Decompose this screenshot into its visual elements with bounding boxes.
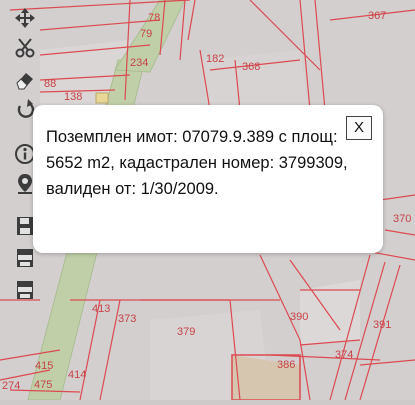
eraser-icon[interactable] bbox=[11, 66, 39, 94]
export-json-icon[interactable] bbox=[11, 276, 39, 304]
parcel-number: 391 bbox=[373, 319, 391, 331]
parcel-info-popup: Поземплен имот: 07079.9.389 с площ: 5652… bbox=[33, 105, 383, 253]
parcel-number: 370 bbox=[393, 213, 411, 225]
parcel-info-text: Поземплен имот: 07079.9.389 с площ: 5652… bbox=[46, 128, 348, 198]
parcel-number: 475 bbox=[34, 379, 52, 391]
parcel-number: 78 bbox=[148, 12, 160, 24]
parcel-number: 367 bbox=[368, 10, 386, 22]
parcel-number: 414 bbox=[68, 369, 86, 381]
parcel-number: 88 bbox=[44, 78, 56, 90]
parcel-number: 373 bbox=[118, 313, 136, 325]
parcel-number: 386 bbox=[277, 359, 295, 371]
pan-icon[interactable] bbox=[11, 4, 39, 32]
parcel-number: 368 bbox=[242, 61, 260, 73]
parcel-number: 390 bbox=[290, 311, 308, 323]
parcel-number: 79 bbox=[140, 28, 152, 40]
parcel-number: 415 bbox=[35, 360, 53, 372]
parcel-number: 379 bbox=[177, 326, 195, 338]
close-button[interactable]: X bbox=[346, 116, 372, 140]
parcel-number: 234 bbox=[130, 57, 148, 69]
parcel-number: 413 bbox=[92, 303, 110, 315]
parcel-number: 182 bbox=[206, 53, 224, 65]
parcel-number: 374 bbox=[335, 349, 353, 361]
parcel-number: 274 bbox=[2, 380, 20, 392]
cut-icon[interactable] bbox=[11, 34, 39, 62]
parcel-number: 138 bbox=[64, 91, 82, 103]
